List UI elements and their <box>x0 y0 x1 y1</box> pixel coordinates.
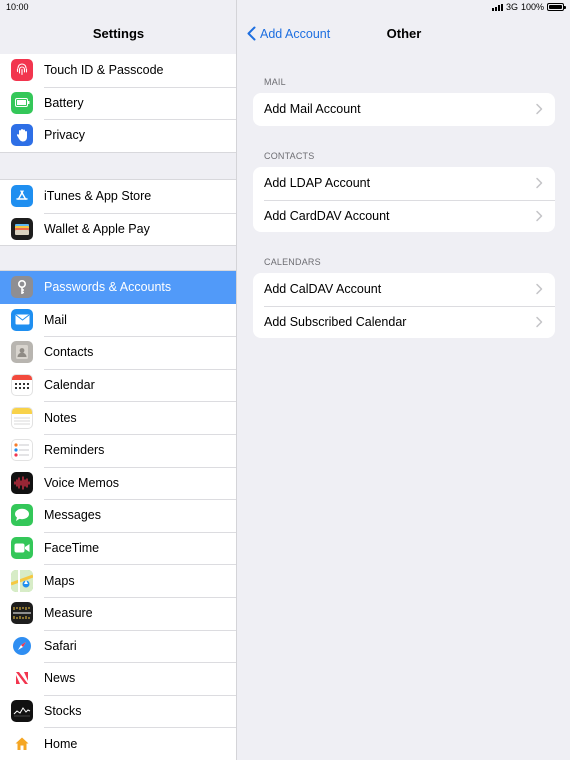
network-type: 3G <box>505 2 518 12</box>
section-header-calendars: CALENDARS <box>264 257 321 267</box>
sidebar-item-label: Maps <box>44 573 75 588</box>
battery-percent: 100% <box>520 2 544 12</box>
add-carddav-account-row[interactable]: Add CardDAV Account <box>253 199 555 233</box>
row-label: Add Mail Account <box>264 102 361 117</box>
safari-icon <box>11 634 33 657</box>
sidebar-item-contacts[interactable]: Contacts <box>0 336 236 369</box>
sidebar-item-news[interactable]: News <box>0 662 236 695</box>
sidebar-item-stocks[interactable]: Stocks <box>0 694 236 728</box>
notes-icon <box>11 406 33 429</box>
sidebar-item-passwords-accounts[interactable]: Passwords & Accounts <box>0 271 236 304</box>
app-store-icon <box>11 185 33 208</box>
chevron-right-icon <box>536 178 543 189</box>
measure-icon <box>11 602 33 625</box>
sidebar-item-label: iTunes & App Store <box>44 189 152 204</box>
row-label: Add CardDAV Account <box>264 208 390 223</box>
section-contacts: Add LDAP Account Add CardDAV Account <box>253 167 555 233</box>
row-label: Add LDAP Account <box>264 176 371 191</box>
chevron-right-icon <box>536 284 543 295</box>
sidebar-item-label: Stocks <box>44 704 82 719</box>
section-calendars: Add CalDAV Account Add Subscribed Calend… <box>253 273 555 339</box>
sidebar-item-notes[interactable]: Notes <box>0 401 236 434</box>
sidebar-item-label: Messages <box>44 508 101 523</box>
chevron-right-icon <box>536 104 543 115</box>
messages-icon <box>11 504 33 527</box>
chevron-right-icon <box>536 210 543 222</box>
section-header-contacts: CONTACTS <box>264 151 315 161</box>
status-indicators: 3G 100% <box>491 2 566 12</box>
cellular-signal-icon <box>491 3 503 11</box>
chevron-right-icon <box>536 316 543 328</box>
sidebar-item-label: Wallet & Apple Pay <box>44 221 150 236</box>
voice-memos-icon <box>11 471 33 494</box>
sidebar-group-store: iTunes & App Store Wallet & Apple Pay <box>0 179 236 247</box>
chevron-left-icon <box>247 26 256 41</box>
key-icon <box>11 276 33 299</box>
sidebar-item-label: Mail <box>44 312 67 327</box>
sidebar-item-label: Passwords & Accounts <box>44 280 172 295</box>
hand-icon <box>11 124 33 147</box>
add-ldap-account-row[interactable]: Add LDAP Account <box>253 167 555 200</box>
sidebar-item-label: Privacy <box>44 128 85 143</box>
sidebar-item-itunes-app-store[interactable]: iTunes & App Store <box>0 180 236 213</box>
sidebar-item-label: Voice Memos <box>44 475 120 490</box>
detail-pane: Other Add Account MAIL Add Mail Account … <box>238 0 570 760</box>
sidebar-item-label: Contacts <box>44 345 94 360</box>
add-caldav-account-row[interactable]: Add CalDAV Account <box>253 273 555 306</box>
sidebar-item-messages[interactable]: Messages <box>0 499 236 532</box>
sidebar-item-voice-memos[interactable]: Voice Memos <box>0 466 236 500</box>
fingerprint-icon <box>11 59 33 82</box>
sidebar-item-measure[interactable]: Measure <box>0 596 236 630</box>
home-icon <box>11 732 33 755</box>
battery-icon <box>11 91 33 114</box>
back-button-label: Add Account <box>260 26 331 41</box>
stocks-icon <box>11 700 33 723</box>
sidebar-item-home[interactable]: Home <box>0 727 236 760</box>
sidebar-item-label: Safari <box>44 638 77 653</box>
mail-icon <box>11 308 33 331</box>
maps-icon <box>11 569 33 592</box>
sidebar-item-privacy[interactable]: Privacy <box>0 119 236 152</box>
status-time: 10:00 <box>6 2 29 12</box>
sidebar-item-label: Home <box>44 736 78 751</box>
add-subscribed-calendar-row[interactable]: Add Subscribed Calendar <box>253 305 555 339</box>
sidebar-item-maps[interactable]: Maps <box>0 564 236 597</box>
status-bar: 10:00 3G 100% <box>0 0 570 14</box>
sidebar-group-apps: Passwords & Accounts Mail Contacts Calen… <box>0 270 236 760</box>
sidebar-title: Settings <box>92 26 145 41</box>
sidebar-item-facetime[interactable]: FaceTime <box>0 531 236 565</box>
row-label: Add Subscribed Calendar <box>264 314 407 329</box>
sidebar-item-mail[interactable]: Mail <box>0 304 236 337</box>
section-mail: Add Mail Account <box>253 93 555 126</box>
calendar-icon <box>11 374 33 397</box>
back-button[interactable]: Add Account <box>247 26 330 41</box>
row-label: Add CalDAV Account <box>264 282 382 297</box>
sidebar-item-battery[interactable]: Battery <box>0 86 236 120</box>
wallet-icon <box>11 217 33 240</box>
facetime-icon <box>11 537 33 560</box>
battery-status-icon <box>547 3 566 11</box>
sidebar-item-label: Battery <box>44 95 84 110</box>
settings-sidebar: Settings Touch ID & Passcode Battery Pri… <box>0 0 237 760</box>
sidebar-item-label: FaceTime <box>44 541 100 556</box>
sidebar-item-label: Notes <box>44 410 77 425</box>
sidebar-item-reminders[interactable]: Reminders <box>0 433 236 467</box>
sidebar-item-touch-id[interactable]: Touch ID & Passcode <box>0 54 236 87</box>
contacts-icon <box>11 341 33 364</box>
sidebar-item-label: News <box>44 671 76 686</box>
sidebar-item-label: Touch ID & Passcode <box>44 63 164 78</box>
sidebar-group-security: Touch ID & Passcode Battery Privacy <box>0 54 236 153</box>
news-icon <box>11 667 33 690</box>
sidebar-item-wallet[interactable]: Wallet & Apple Pay <box>0 212 236 246</box>
sidebar-item-safari[interactable]: Safari <box>0 629 236 663</box>
sidebar-item-calendar[interactable]: Calendar <box>0 368 236 402</box>
sidebar-item-label: Reminders <box>44 443 105 458</box>
reminders-icon <box>11 439 33 462</box>
sidebar-item-label: Measure <box>44 606 93 621</box>
add-mail-account-row[interactable]: Add Mail Account <box>253 93 555 126</box>
sidebar-item-label: Calendar <box>44 378 95 393</box>
section-header-mail: MAIL <box>264 77 286 87</box>
